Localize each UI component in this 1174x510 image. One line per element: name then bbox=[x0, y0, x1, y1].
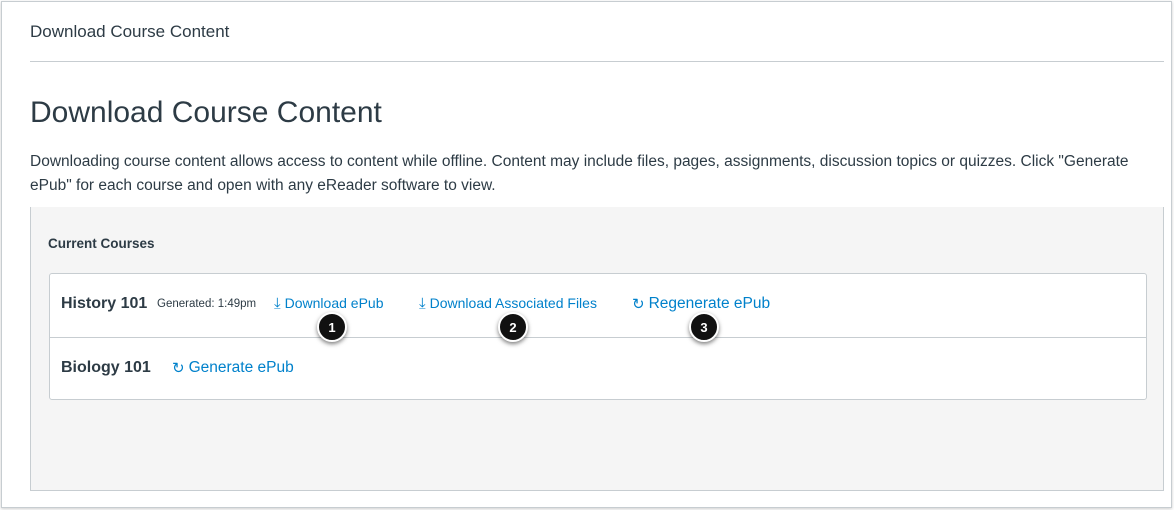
courses-panel: Current Courses History 101 Generated: 1… bbox=[30, 207, 1164, 491]
link-label: Download ePub bbox=[284, 295, 384, 311]
page-description: Downloading course content allows access… bbox=[30, 153, 1129, 194]
regenerate-epub-link[interactable]: ↻ Regenerate ePub bbox=[632, 295, 770, 313]
generate-epub-link[interactable]: ↻ Generate ePub bbox=[172, 359, 294, 377]
generated-time: Generated: 1:49pm bbox=[157, 298, 257, 310]
download-epub-link[interactable]: ⤓ Download ePub bbox=[274, 295, 384, 311]
refresh-icon: ↻ bbox=[172, 359, 185, 377]
download-icon: ⤓ bbox=[274, 294, 281, 312]
link-label: Generate ePub bbox=[188, 359, 294, 376]
course-row-biology: Biology 101 ↻ Generate ePub bbox=[50, 337, 1146, 400]
callout-badge-3: 3 bbox=[689, 312, 719, 342]
link-label: Regenerate ePub bbox=[648, 295, 771, 312]
divider bbox=[30, 61, 1164, 62]
callout-badge-2: 2 bbox=[498, 312, 528, 342]
breadcrumb: Download Course Content bbox=[30, 22, 230, 41]
refresh-icon: ↻ bbox=[632, 295, 645, 313]
download-icon: ⤓ bbox=[419, 294, 426, 312]
course-name: Biology 101 bbox=[61, 359, 151, 376]
page-title: Download Course Content bbox=[30, 96, 382, 129]
course-list: History 101 Generated: 1:49pm ⤓ Download … bbox=[49, 273, 1147, 400]
download-associated-files-link[interactable]: ⤓ Download Associated Files bbox=[419, 295, 597, 311]
link-label: Download Associated Files bbox=[429, 295, 597, 311]
course-row-history: History 101 Generated: 1:49pm ⤓ Download … bbox=[50, 274, 1146, 337]
course-name: History 101 bbox=[61, 295, 148, 312]
panel-title: Current Courses bbox=[48, 236, 155, 251]
callout-badge-1: 1 bbox=[317, 312, 347, 342]
